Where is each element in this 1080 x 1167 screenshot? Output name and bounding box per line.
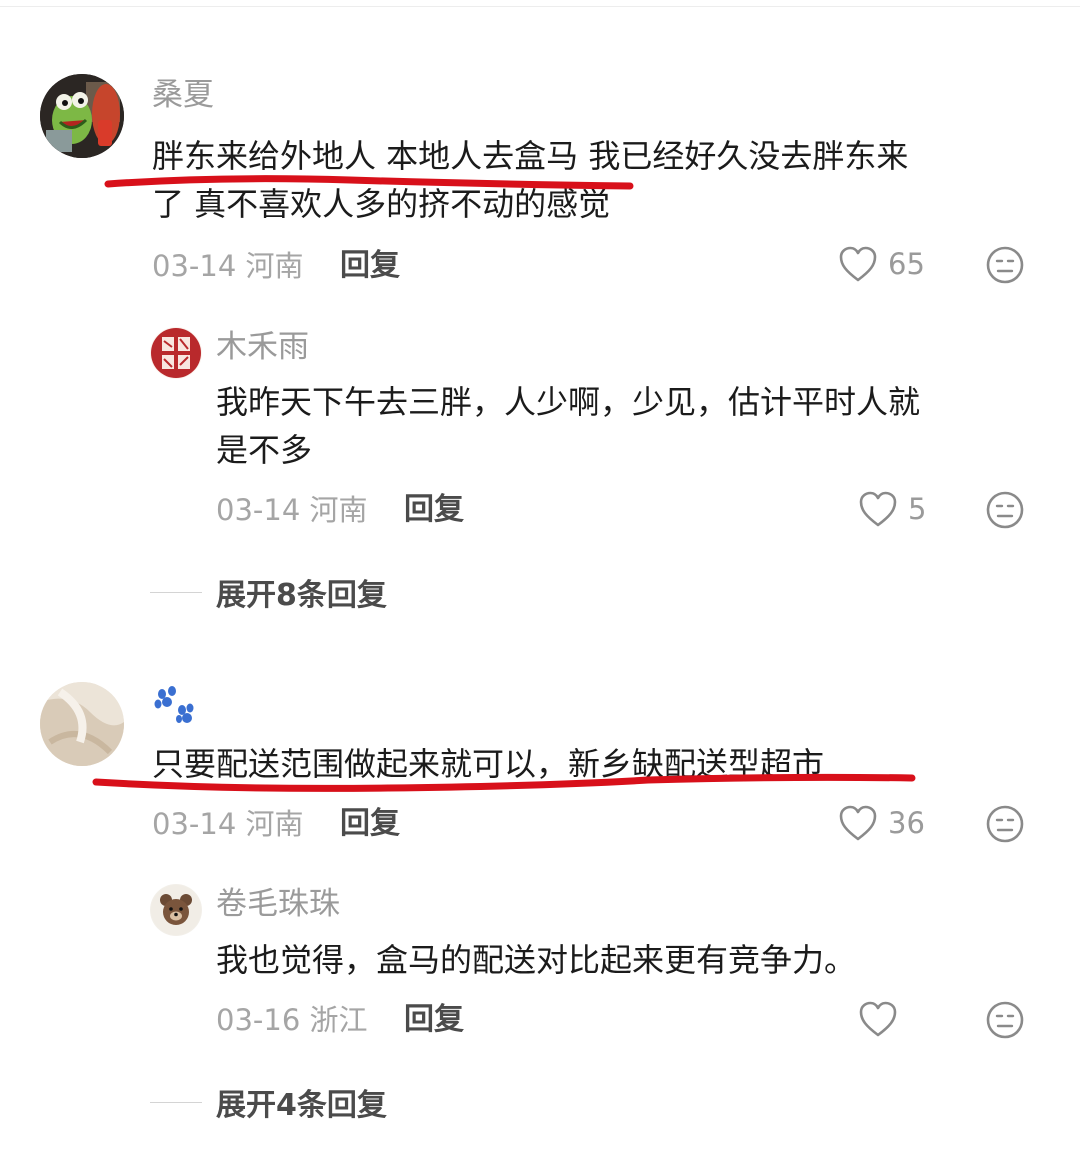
reply-text-line: 是不多 [216, 431, 313, 469]
heart-outline-icon [859, 1001, 897, 1037]
like-button[interactable]: 5 [858, 490, 926, 528]
reply-date: 03-16 [216, 1003, 301, 1037]
bear-avatar-icon [151, 885, 201, 935]
comment-text-line: 了 真不喜欢人多的挤不动的感觉 [152, 185, 611, 223]
reply-button[interactable]: 回复 [340, 248, 400, 284]
reply-region: 河南 [309, 493, 368, 527]
heart-outline-icon [839, 805, 877, 841]
like-count: 36 [888, 806, 925, 840]
comment-meta: 03-14 河南 [152, 248, 304, 284]
divider-dash [150, 1101, 202, 1103]
dislike-button[interactable] [986, 1001, 1024, 1043]
comment-text: 只要配送范围做起来就可以，新乡缺配送型超市 [152, 740, 1032, 788]
comment-region: 河南 [245, 807, 304, 841]
reply-date: 03-14 [216, 493, 301, 527]
red-seal-avatar-icon [151, 328, 201, 378]
comment-text: 胖东来给外地人 本地人去盒马 我已经好久没去胖东来 了 真不喜欢人多的挤不动的感… [152, 132, 1032, 228]
reply-meta: 03-14 河南 [216, 492, 368, 528]
comment-date: 03-14 [152, 249, 237, 283]
avatar[interactable] [150, 884, 202, 936]
dislike-button[interactable] [986, 491, 1024, 533]
neutral-face-icon [986, 1001, 1024, 1039]
dislike-button[interactable] [986, 805, 1024, 847]
avatar[interactable] [40, 682, 124, 766]
like-button[interactable] [858, 1000, 908, 1038]
heart-outline-icon [859, 491, 897, 527]
comment-text-line: 胖东来给外地人 本地人去盒马 我已经好久没去胖东来 [152, 137, 909, 175]
comment-username[interactable]: 桑夏 [152, 76, 214, 114]
expand-replies-button[interactable]: 展开8条回复 [150, 570, 387, 614]
neutral-face-icon [986, 805, 1024, 843]
comment-date: 03-14 [152, 807, 237, 841]
fabric-avatar-icon [40, 682, 124, 766]
like-count: 65 [888, 247, 925, 281]
divider-dash [150, 591, 202, 593]
frog-avatar-icon [40, 74, 124, 158]
reply-region: 浙江 [309, 1003, 368, 1037]
expand-replies-button[interactable]: 展开4条回复 [150, 1080, 387, 1124]
comment-username[interactable] [152, 686, 196, 730]
reply-text-line: 我昨天下午去三胖，人少啊，少见，估计平时人就 [216, 383, 921, 421]
heart-outline-icon [839, 246, 877, 282]
comment-region: 河南 [245, 249, 304, 283]
reply-button[interactable]: 回复 [340, 806, 400, 842]
neutral-face-icon [986, 246, 1024, 284]
like-count: 5 [908, 492, 927, 526]
like-button[interactable]: 36 [838, 804, 925, 842]
avatar[interactable] [40, 74, 124, 158]
reply-button[interactable]: 回复 [404, 492, 464, 528]
paw-print-icon [154, 686, 194, 723]
reply-text: 我也觉得，盒马的配送对比起来更有竞争力。 [216, 936, 1036, 984]
comment-text-line: 只要配送范围做起来就可以，新乡缺配送型超市 [152, 745, 825, 783]
expand-label: 展开4条回复 [216, 1088, 387, 1123]
neutral-face-icon [986, 491, 1024, 529]
like-button[interactable]: 65 [838, 245, 925, 283]
comment-meta: 03-14 河南 [152, 806, 304, 842]
reply-username[interactable]: 木禾雨 [216, 328, 309, 366]
top-divider [0, 6, 1080, 7]
reply-text: 我昨天下午去三胖，人少啊，少见，估计平时人就 是不多 [216, 378, 1036, 474]
expand-label: 展开8条回复 [216, 578, 387, 613]
reply-username[interactable]: 卷毛珠珠 [216, 885, 340, 923]
avatar[interactable] [150, 327, 202, 379]
reply-button[interactable]: 回复 [404, 1002, 464, 1038]
dislike-button[interactable] [986, 246, 1024, 288]
reply-text-line: 我也觉得，盒马的配送对比起来更有竞争力。 [216, 941, 857, 979]
reply-meta: 03-16 浙江 [216, 1002, 368, 1038]
